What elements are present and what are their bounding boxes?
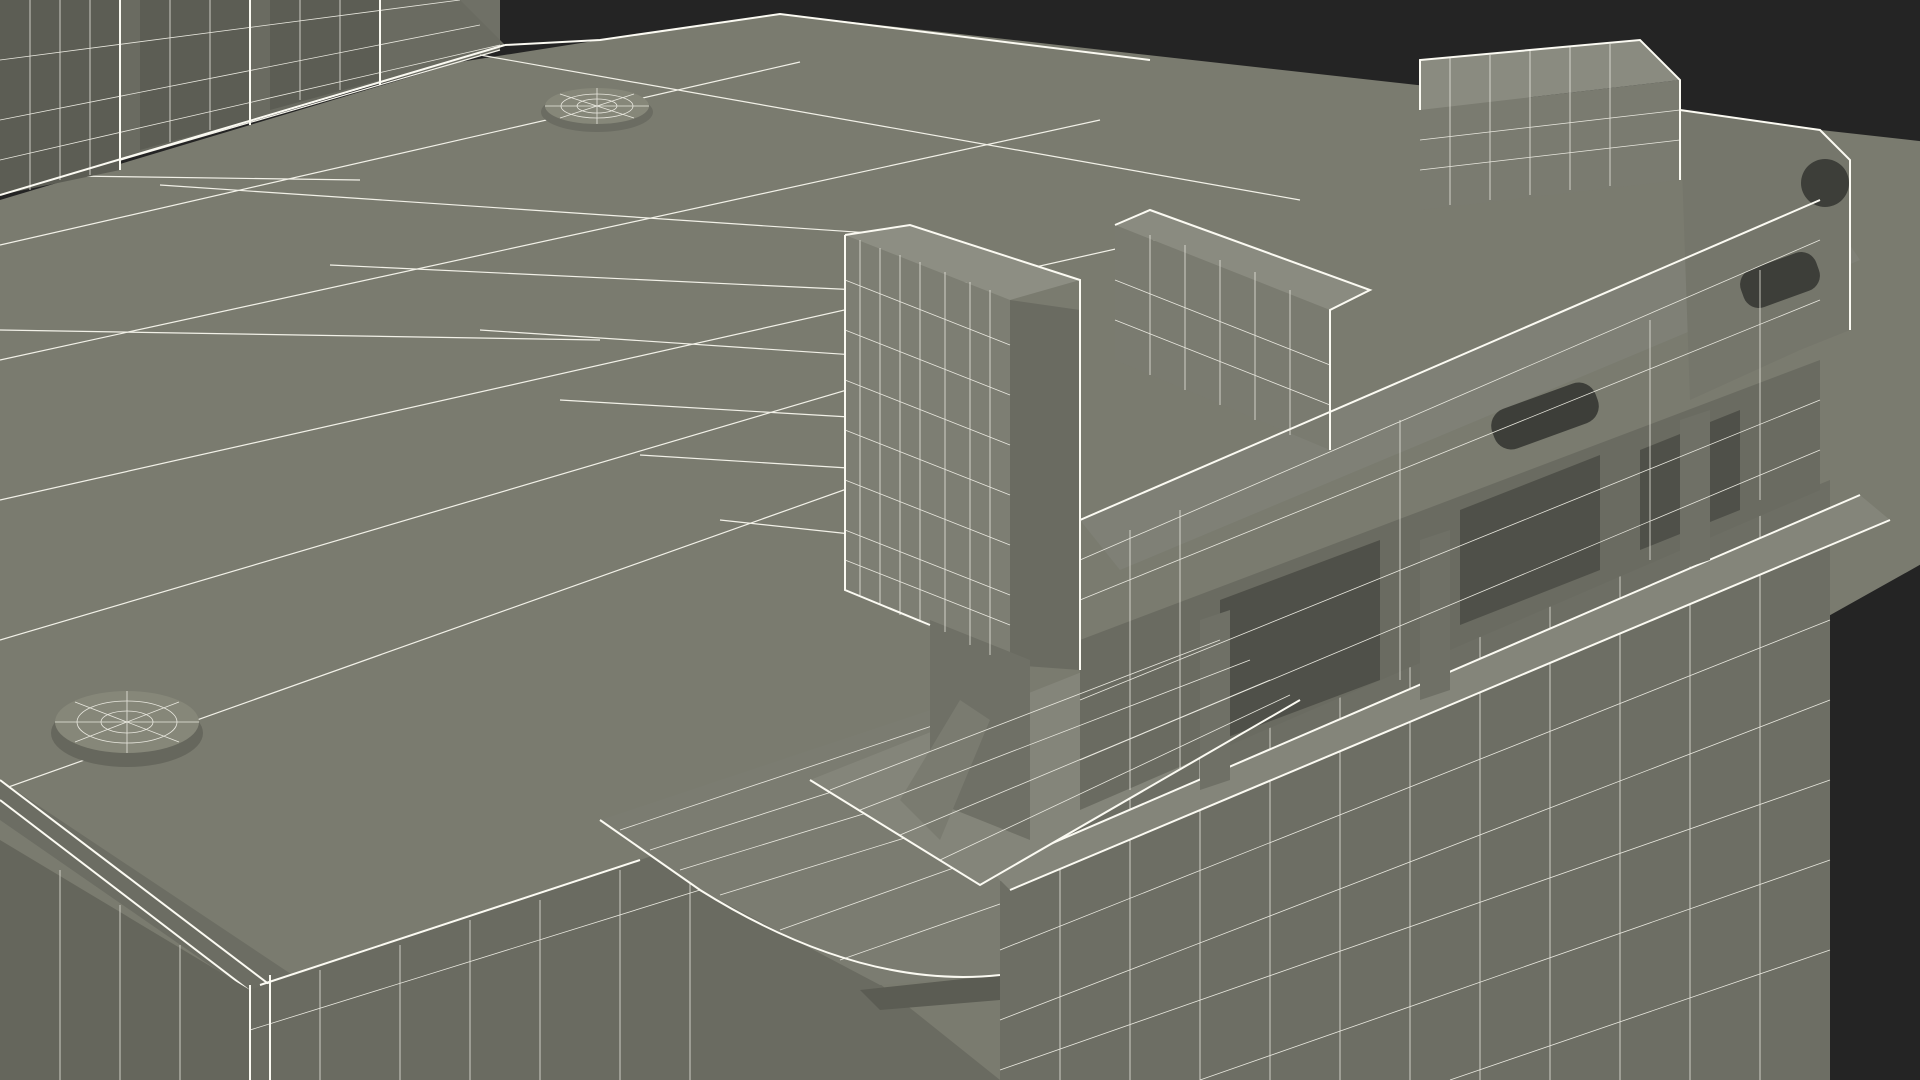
vent-cap-lower — [51, 691, 203, 767]
wireframe-render — [0, 0, 1920, 1080]
3d-viewport[interactable] — [0, 0, 1920, 1080]
vent-cap-upper — [541, 88, 653, 132]
